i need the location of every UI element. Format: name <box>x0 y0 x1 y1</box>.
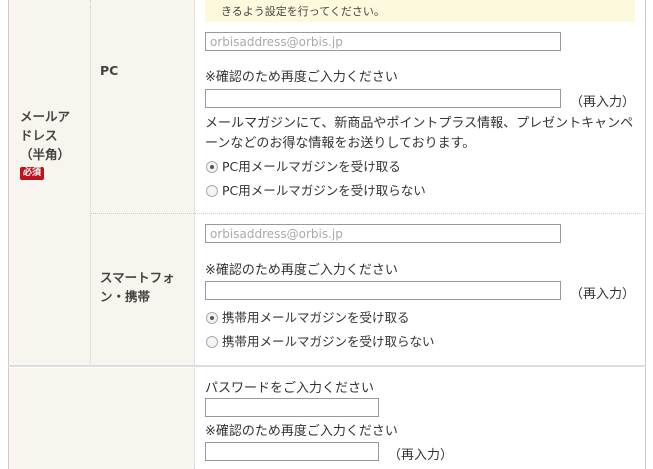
notice-text: きるよう設定を行ってください。 <box>221 5 385 18</box>
radio-unselected-icon <box>206 185 218 197</box>
mobile-email-confirm-input[interactable] <box>205 281 561 300</box>
radio-label: PC用メールマガジンを受け取る <box>222 159 401 174</box>
notice-banner: きるよう設定を行ってください。 <box>205 0 635 22</box>
pc-confirm-hint: ※確認のため再度ご入力ください <box>205 70 398 85</box>
section-divider <box>8 365 646 367</box>
pc-reenter-label: （再入力） <box>570 95 636 110</box>
mobile-label: スマートフォ ン・携帯 <box>100 268 175 306</box>
email-label-line: （半角） <box>20 147 71 162</box>
mobile-newsletter-receive-radio[interactable]: 携帯用メールマガジンを受け取る <box>206 307 410 326</box>
password-input[interactable] <box>205 398 379 417</box>
newsletter-note: メールマガジンにて、新商品やポイントプラス情報、プレゼントキャンペーンなどのお得… <box>205 116 634 151</box>
pc-label: PC <box>100 63 119 78</box>
mobile-label-line: ン・携帯 <box>100 289 151 304</box>
email-label-line: ドレス <box>20 128 58 143</box>
column-divider <box>194 0 195 469</box>
row-divider <box>90 213 646 214</box>
password-prompt: パスワードをご入力ください <box>205 381 375 396</box>
radio-unselected-icon <box>206 336 218 348</box>
email-label: メールア ドレス （半角） <box>20 107 70 164</box>
required-badge: 必須 <box>20 167 45 180</box>
table-border-left <box>8 0 9 469</box>
email-label-line: メールア <box>20 109 71 124</box>
mobile-newsletter-decline-radio[interactable]: 携帯用メールマガジンを受け取らない <box>206 331 435 350</box>
radio-selected-icon <box>206 312 218 324</box>
password-confirm-hint: ※確認のため再度ご入力ください <box>205 424 398 439</box>
pc-email-input[interactable] <box>205 32 561 51</box>
mobile-reenter-label: （再入力） <box>570 287 636 302</box>
pc-newsletter-decline-radio[interactable]: PC用メールマガジンを受け取らない <box>206 180 426 199</box>
table-border-right <box>645 0 646 469</box>
mobile-email-input[interactable] <box>205 224 561 243</box>
password-label-cell <box>9 368 195 469</box>
column-divider <box>90 0 91 366</box>
radio-label: 携帯用メールマガジンを受け取らない <box>222 334 435 349</box>
email-sublabel-cell <box>90 0 195 366</box>
password-reenter-label: （再入力） <box>388 448 454 463</box>
mobile-label-line: スマートフォ <box>100 270 175 285</box>
password-confirm-input[interactable] <box>205 442 379 461</box>
pc-email-confirm-input[interactable] <box>205 89 561 108</box>
radio-label: 携帯用メールマガジンを受け取る <box>222 310 410 325</box>
mobile-confirm-hint: ※確認のため再度ご入力ください <box>205 263 398 278</box>
radio-selected-icon <box>206 161 218 173</box>
pc-newsletter-receive-radio[interactable]: PC用メールマガジンを受け取る <box>206 156 401 175</box>
email-label-cell <box>9 0 90 366</box>
radio-label: PC用メールマガジンを受け取らない <box>222 183 426 198</box>
registration-form: きるよう設定を行ってください。 メールア ドレス （半角） 必須 PC ※確認の… <box>0 0 653 469</box>
